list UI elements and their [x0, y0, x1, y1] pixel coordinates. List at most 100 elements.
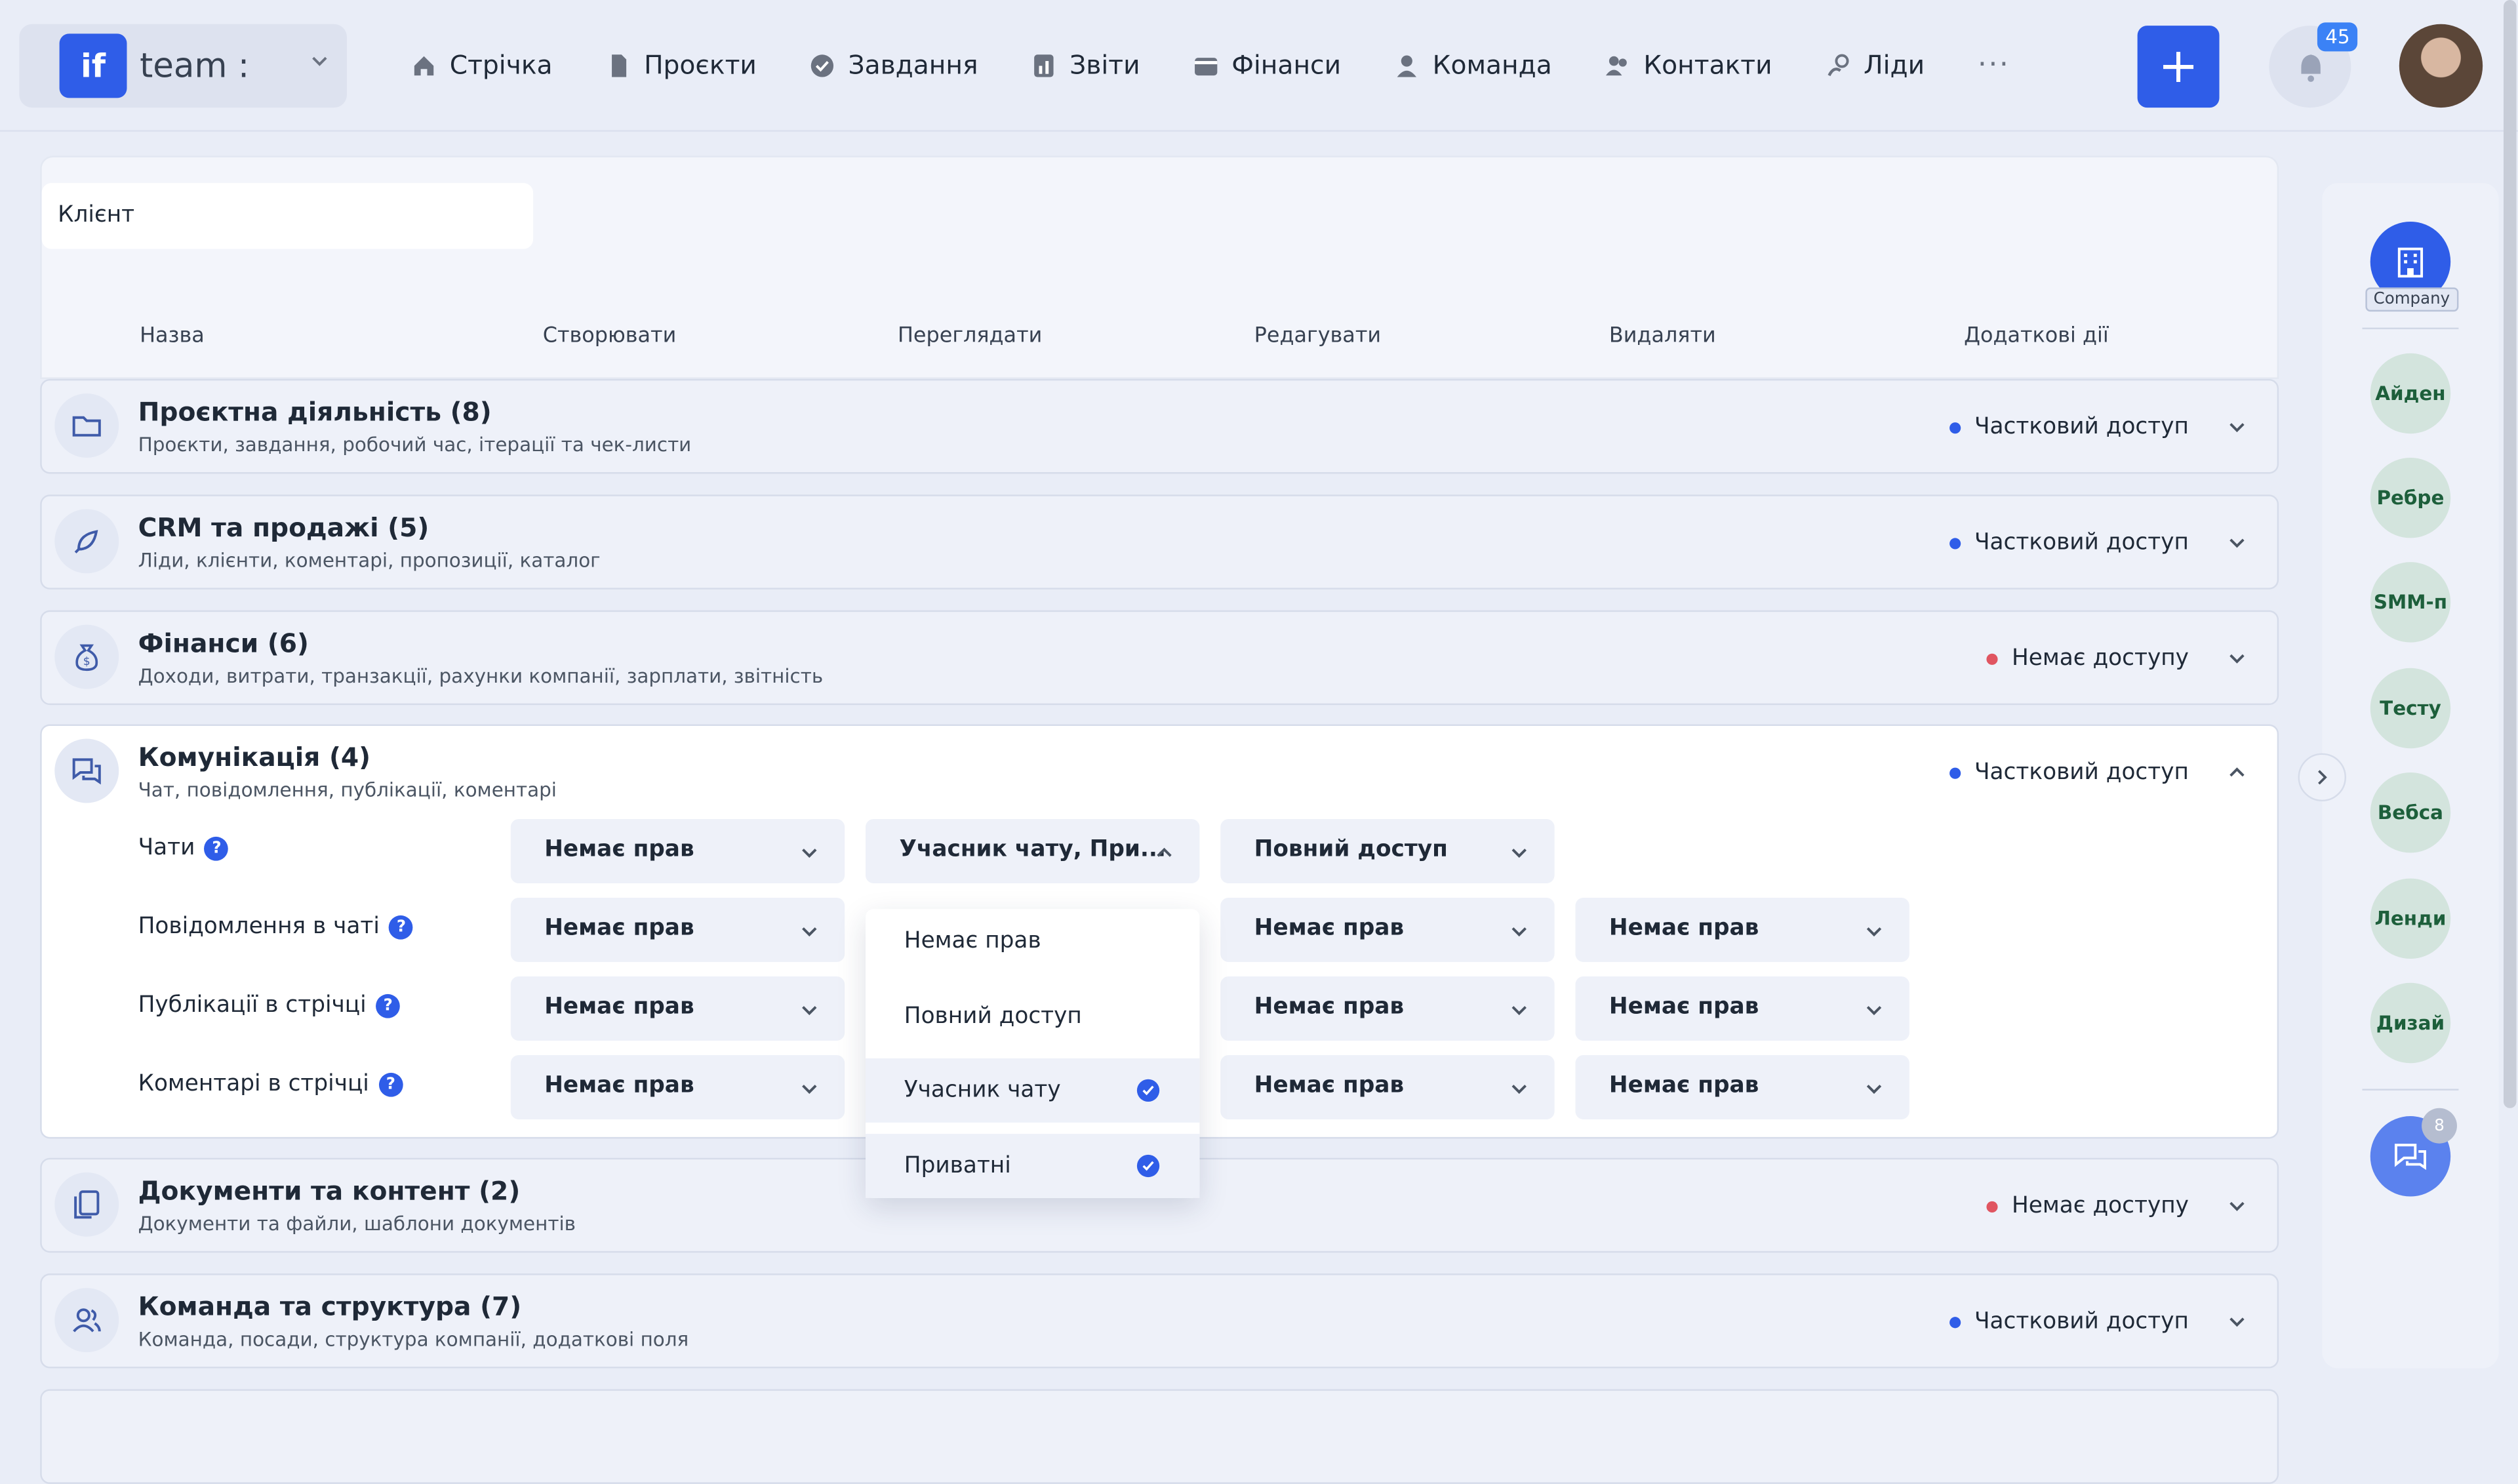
app-root: if team : Стрічка Проєкти Завдання Звіти — [0, 0, 2518, 1484]
section-team[interactable]: Команда та структура (7) Команда, посади… — [40, 1273, 2279, 1369]
status-badge: Частковий доступ — [1948, 414, 2189, 440]
section-subtitle: Документи та файли, шаблони документів — [138, 1212, 576, 1235]
nav-item-tasks[interactable]: Завдання — [810, 49, 978, 81]
chevron-down-icon — [802, 849, 817, 858]
status-badge: Частковий доступ — [1948, 530, 2189, 555]
section-next[interactable] — [40, 1389, 2279, 1484]
status-badge: Частковий доступ — [1948, 1309, 2189, 1334]
chat-bubbles-icon — [2394, 1144, 2426, 1171]
select-chats-view[interactable]: Учасник чату, При... — [866, 818, 1200, 883]
select-comments-delete[interactable]: Немає прав — [1575, 1054, 1909, 1119]
permissions-panel: Клієнт Назва Створювати Переглядати Реда… — [40, 155, 2279, 1484]
section-crm[interactable]: CRM та продажі (5) Ліди, клієнти, комент… — [40, 494, 2279, 590]
select-comments-edit[interactable]: Немає прав — [1220, 1054, 1555, 1119]
nav-item-leads[interactable]: Ліди — [1825, 49, 1925, 81]
section-finance[interactable]: $ Фінанси (6) Доходи, витрати, транзакці… — [40, 610, 2279, 706]
help-icon[interactable]: ? — [205, 835, 229, 860]
add-button[interactable]: + — [2137, 26, 2220, 108]
nav-item-finance[interactable]: Фінанси — [1193, 49, 1342, 81]
workspace-switcher[interactable]: if team : — [19, 24, 347, 108]
team-icon — [54, 1288, 119, 1353]
nav-item-projects[interactable]: Проєкти — [605, 49, 757, 81]
select-posts-edit[interactable]: Немає прав — [1220, 976, 1555, 1041]
chevron-down-icon — [1866, 927, 1882, 937]
chat-badge: 8 — [2422, 1108, 2457, 1144]
nav-label: Завдання — [848, 49, 978, 81]
select-posts-create[interactable]: Немає прав — [510, 976, 845, 1041]
section-subtitle: Команда, посади, структура компанії, дод… — [138, 1328, 689, 1351]
nav-label: Проєкти — [644, 49, 757, 81]
wallet-icon — [1194, 56, 1218, 75]
rail-toggle-button[interactable] — [2298, 753, 2346, 802]
nav-item-contacts[interactable]: Контакти — [1605, 50, 1772, 80]
nav-label: Фінанси — [1231, 49, 1342, 81]
chevron-down-icon — [1866, 1006, 1882, 1016]
nav-item-team[interactable]: Команда — [1394, 50, 1552, 80]
select-messages-create[interactable]: Немає прав — [510, 897, 845, 962]
select-chats-edit[interactable]: Повний доступ — [1220, 818, 1555, 883]
chevron-down-icon — [1511, 1085, 1527, 1094]
select-chats-create[interactable]: Немає прав — [510, 818, 845, 883]
dropdown-option[interactable]: Немає прав — [866, 909, 1199, 973]
nav-label: Ліди — [1864, 49, 1925, 81]
member-avatar[interactable]: Вебса — [2370, 772, 2451, 853]
section-title: Документи та контент (2) — [138, 1175, 521, 1207]
select-messages-delete[interactable]: Немає прав — [1575, 897, 1909, 962]
chevron-down-icon — [802, 927, 817, 937]
perm-label-messages: Повідомлення в чаті? — [138, 913, 414, 940]
member-avatar[interactable]: Ленди — [2370, 878, 2451, 959]
select-comments-create[interactable]: Немає прав — [510, 1054, 845, 1119]
help-icon[interactable]: ? — [389, 914, 414, 939]
chevron-down-icon — [1511, 849, 1527, 858]
report-icon — [1034, 54, 1054, 77]
member-avatar[interactable]: Дизай — [2370, 982, 2451, 1064]
chevron-down-icon — [1511, 927, 1527, 937]
member-avatar[interactable]: Ребре — [2370, 457, 2451, 538]
column-header-edit: Редагувати — [1254, 324, 1382, 349]
chevron-down-icon — [312, 56, 327, 66]
member-avatar[interactable]: SMM-п — [2370, 562, 2451, 643]
chevron-down-icon — [1866, 1085, 1882, 1094]
chevron-up-icon[interactable] — [2226, 761, 2248, 784]
divider — [2362, 1089, 2459, 1091]
company-label: Company — [2365, 287, 2458, 312]
chevron-down-icon[interactable] — [2226, 532, 2248, 554]
user-avatar[interactable] — [2399, 24, 2483, 108]
chevron-right-icon — [2318, 770, 2327, 785]
help-icon[interactable]: ? — [378, 1072, 403, 1096]
svg-text:$: $ — [83, 655, 90, 668]
folder-icon — [54, 393, 119, 458]
member-avatar[interactable]: Тесту — [2370, 668, 2451, 749]
section-subtitle: Проєкти, завдання, робочий час, ітерації… — [138, 433, 692, 456]
chevron-down-icon[interactable] — [2226, 647, 2248, 670]
role-name-field[interactable]: Клієнт — [41, 183, 534, 249]
select-messages-edit[interactable]: Немає прав — [1220, 897, 1555, 962]
chevron-down-icon[interactable] — [2226, 1310, 2248, 1333]
chevron-down-icon[interactable] — [2226, 416, 2248, 438]
app-logo: if — [59, 33, 127, 98]
member-avatar[interactable]: Айден — [2370, 353, 2451, 434]
perm-label-posts: Публікації в стрічці? — [138, 992, 401, 1018]
dropdown-option-selected[interactable]: Приватні — [866, 1133, 1200, 1198]
document-icon — [612, 54, 627, 77]
dropdown-option-selected[interactable]: Учасник чату — [866, 1058, 1200, 1123]
page-scrollbar[interactable] — [2503, 0, 2517, 1108]
main-nav: Стрічка Проєкти Завдання Звіти Фінанси К… — [411, 48, 2010, 82]
rocket-icon — [54, 509, 119, 574]
section-title: Фінанси (6) — [138, 628, 309, 659]
building-icon — [2397, 247, 2424, 278]
select-posts-delete[interactable]: Немає прав — [1575, 976, 1909, 1041]
section-subtitle: Доходи, витрати, транзакції, рахунки ком… — [138, 664, 824, 688]
more-menu-button[interactable]: ··· — [1978, 48, 2010, 81]
nav-item-reports[interactable]: Звіти — [1031, 50, 1140, 80]
dropdown-option[interactable]: Повний доступ — [866, 984, 1199, 1049]
perm-label-comments: Коментарі в стрічці? — [138, 1071, 403, 1097]
nav-item-feed[interactable]: Стрічка — [411, 50, 552, 80]
check-circle-icon — [811, 54, 834, 77]
help-icon[interactable]: ? — [376, 993, 401, 1018]
section-projects[interactable]: Проєктна діяльність (8) Проєкти, завданн… — [40, 378, 2279, 474]
chevron-down-icon[interactable] — [2226, 1195, 2248, 1217]
top-bar: if team : Стрічка Проєкти Завдання Звіти — [0, 0, 2518, 132]
section-title: CRM та продажі (5) — [138, 512, 430, 543]
chevron-down-icon — [1511, 1006, 1527, 1016]
